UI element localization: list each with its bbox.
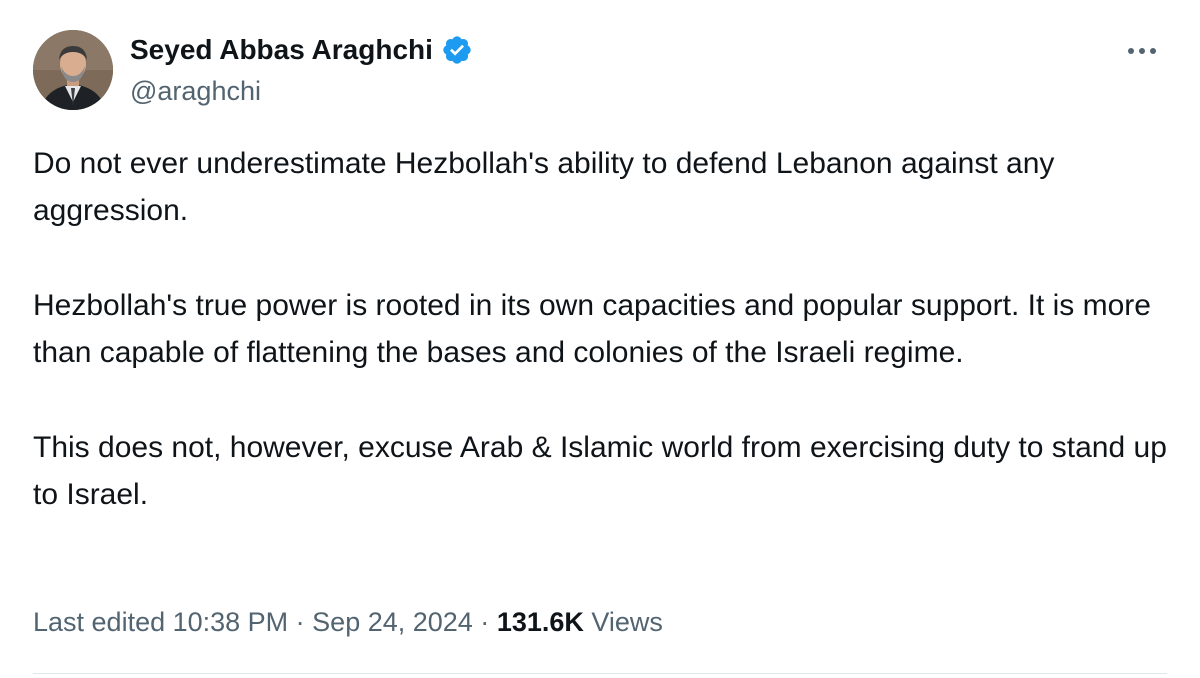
author-handle[interactable]: @araghchi [130,74,261,108]
views-count: 131.6K [496,607,584,637]
avatar[interactable] [33,30,113,110]
more-options-button[interactable] [1122,34,1162,68]
tweet-meta: Last edited 10:38 PM · Sep 24, 2024 · 13… [33,602,663,642]
verified-badge-icon[interactable] [441,34,473,66]
tweet-card: Seyed Abbas Araghchi @araghchi Do not ev… [0,0,1200,678]
tweet-paragraph: This does not, however, excuse Arab & Is… [33,431,1167,511]
tweet-paragraph: Do not ever underestimate Hezbollah's ab… [33,147,1055,227]
tweet-text: Do not ever underestimate Hezbollah's ab… [33,140,1173,518]
author-display-name[interactable]: Seyed Abbas Araghchi [130,33,433,67]
tweet-paragraph: Hezbollah's true power is rooted in its … [33,289,1151,369]
edited-timestamp[interactable]: Last edited 10:38 PM · Sep 24, 2024 · [33,607,497,637]
divider [33,673,1167,674]
avatar-image [33,30,113,110]
author-name-row[interactable]: Seyed Abbas Araghchi [130,33,473,67]
more-options-icon [1128,48,1156,54]
views-label: Views [583,607,663,637]
